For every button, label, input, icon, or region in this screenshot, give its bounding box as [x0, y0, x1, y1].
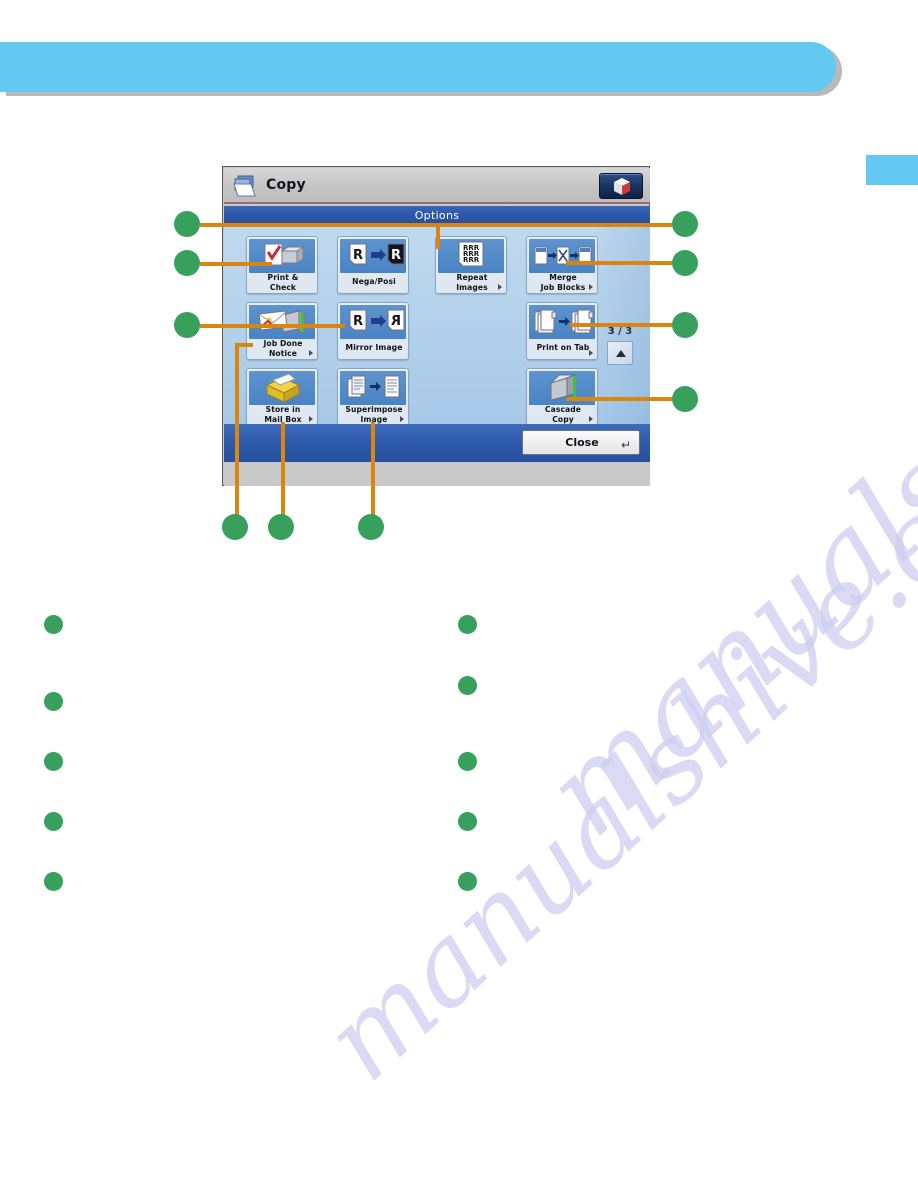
repeat-images-icon: RRR RRR RRR	[438, 239, 504, 273]
button-label: Cascade Copy	[544, 405, 582, 424]
chapter-side-tab	[866, 155, 918, 185]
button-label: Merge Job Blocks	[540, 273, 586, 292]
svg-text:RRR: RRR	[463, 256, 480, 264]
triangle-up-icon[interactable]	[607, 341, 633, 365]
button-label: Nega/Posi	[352, 277, 396, 286]
header-banner	[0, 42, 836, 92]
callout-leader-bottom-1-stub	[235, 343, 253, 347]
callout-marker-bottom-1	[222, 514, 248, 540]
legend-bullet-right-2	[458, 676, 477, 695]
svg-text:R: R	[391, 248, 401, 263]
callout-leader-right-2	[566, 261, 672, 265]
callout-leader-right-3	[570, 323, 672, 327]
button-label: Job Done Notice	[263, 339, 303, 358]
callout-marker-right-1	[672, 211, 698, 237]
chevron-right-icon	[309, 416, 313, 422]
chevron-right-icon	[589, 416, 593, 422]
enter-key-icon: ↵	[620, 438, 631, 452]
legend-bullet-left-2	[44, 692, 63, 711]
chevron-right-icon	[589, 284, 593, 290]
legend-bullet-left-1	[44, 615, 63, 634]
panel-bottom-bar: Close ↵	[224, 424, 650, 462]
svg-text:R: R	[353, 248, 363, 263]
chevron-right-icon	[309, 350, 313, 356]
close-button[interactable]: Close ↵	[522, 430, 640, 455]
button-superimpose-image[interactable]: Superimpose Image	[337, 368, 409, 426]
callout-leader-bottom-3	[371, 422, 375, 515]
svg-text:R: R	[353, 314, 363, 329]
superimpose-icon	[340, 371, 406, 405]
svg-text:R: R	[391, 314, 401, 329]
callout-marker-right-3	[672, 312, 698, 338]
button-store-in-mail-box[interactable]: Store in Mail Box	[246, 368, 318, 426]
button-merge-job-blocks[interactable]: Merge Job Blocks	[526, 236, 598, 294]
callout-marker-left-3	[174, 312, 200, 338]
job-done-notice-icon	[249, 305, 315, 339]
callout-marker-bottom-3	[358, 514, 384, 540]
legend-bullet-right-4	[458, 812, 477, 831]
merge-job-blocks-icon	[529, 239, 595, 273]
callout-leader-left-3	[200, 324, 345, 328]
print-on-tab-icon	[529, 305, 595, 339]
print-check-icon	[249, 239, 315, 273]
chevron-right-icon	[498, 284, 502, 290]
button-label: Mirror Image	[345, 343, 403, 352]
callout-leader-left-1	[200, 223, 440, 227]
chevron-right-icon	[589, 350, 593, 356]
legend-bullet-left-3	[44, 752, 63, 771]
callout-marker-right-2	[672, 250, 698, 276]
legend-bullet-right-3	[458, 752, 477, 771]
button-label: Print & Check	[267, 273, 299, 292]
callout-marker-left-1	[174, 211, 200, 237]
panel-footer	[224, 462, 650, 486]
button-job-done-notice[interactable]: Job Done Notice	[246, 302, 318, 360]
page-indicator: 3 / 3	[607, 326, 633, 337]
callout-marker-bottom-2	[268, 514, 294, 540]
button-mirror-image[interactable]: R R Mirror Image	[337, 302, 409, 360]
pager: 3 / 3	[598, 326, 642, 365]
button-nega-posi[interactable]: R R Nega/Posi	[337, 236, 409, 294]
callout-leader-bottom-1	[235, 343, 239, 515]
panel-titlebar: Copy	[224, 168, 650, 204]
callout-leader-left-2	[200, 262, 272, 266]
legend-bullet-right-5	[458, 872, 477, 891]
page-title: Copy	[266, 177, 306, 193]
button-label: Repeat Images	[456, 273, 488, 292]
store-mailbox-icon	[249, 371, 315, 405]
3d-cube-icon[interactable]	[599, 173, 643, 199]
callout-leader-right-4	[566, 397, 672, 401]
documents-icon	[232, 174, 262, 200]
chevron-right-icon	[400, 416, 404, 422]
callout-marker-right-4	[672, 386, 698, 412]
legend-bullet-left-5	[44, 872, 63, 891]
button-print-on-tab[interactable]: Print on Tab	[526, 302, 598, 360]
callout-leader-bottom-2	[281, 422, 285, 515]
mirror-image-icon: R R	[340, 305, 406, 339]
callout-leader-right-1	[436, 223, 672, 227]
legend-bullet-right-1	[458, 615, 477, 634]
legend-bullet-left-4	[44, 812, 63, 831]
nega-posi-icon: R R	[340, 239, 406, 273]
button-repeat-images[interactable]: RRR RRR RRR Repeat Images	[435, 236, 507, 294]
callout-marker-left-2	[174, 250, 200, 276]
